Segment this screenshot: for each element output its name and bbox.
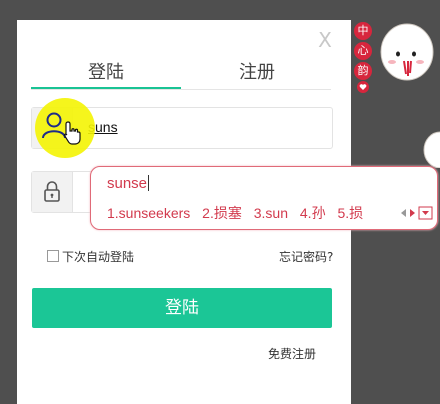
heart-icon bbox=[357, 81, 369, 93]
mascot-icon bbox=[380, 23, 434, 81]
ime-candidate[interactable]: 4.孙 bbox=[300, 205, 326, 221]
ime-page-nav[interactable] bbox=[398, 205, 434, 221]
active-tab-indicator bbox=[31, 87, 181, 89]
ime-candidate[interactable]: 3.sun bbox=[254, 205, 288, 221]
lock-icon bbox=[32, 172, 73, 212]
ime-candidate[interactable]: 2.损塞 bbox=[202, 205, 242, 221]
next-page-icon bbox=[410, 209, 415, 217]
text-caret bbox=[148, 175, 150, 191]
tab-divider bbox=[31, 89, 331, 90]
ime-composition: sunse bbox=[107, 175, 150, 192]
login-button[interactable]: 登陆 bbox=[32, 288, 332, 328]
mascot-partial-icon bbox=[423, 131, 440, 168]
tab-register[interactable]: 注册 bbox=[182, 60, 332, 86]
stamp-2: 心 bbox=[354, 42, 372, 60]
prev-page-icon bbox=[401, 209, 406, 217]
tab-login[interactable]: 登陆 bbox=[31, 60, 181, 86]
ime-candidate[interactable]: 5.损 bbox=[337, 205, 363, 221]
stamp-1: 中 bbox=[354, 22, 372, 40]
remember-me[interactable]: 下次自动登陆 bbox=[47, 248, 134, 265]
forgot-password-link[interactable]: 忘记密码? bbox=[279, 248, 333, 265]
free-register-link[interactable]: 免费注册 bbox=[268, 345, 316, 362]
ime-candidate-list: 1.sunseekers 2.损塞 3.sun 4.孙 5.损 bbox=[107, 203, 371, 223]
stamp-3: 韵 bbox=[354, 62, 372, 80]
remember-checkbox[interactable] bbox=[47, 250, 59, 262]
close-button[interactable]: X bbox=[317, 30, 333, 50]
ime-candidate[interactable]: 1.sunseekers bbox=[107, 205, 190, 221]
remember-label: 下次自动登陆 bbox=[62, 250, 135, 264]
ime-candidate-popup: sunse 1.sunseekers 2.损塞 3.sun 4.孙 5.损 bbox=[90, 166, 438, 230]
hand-cursor-icon bbox=[63, 121, 81, 145]
